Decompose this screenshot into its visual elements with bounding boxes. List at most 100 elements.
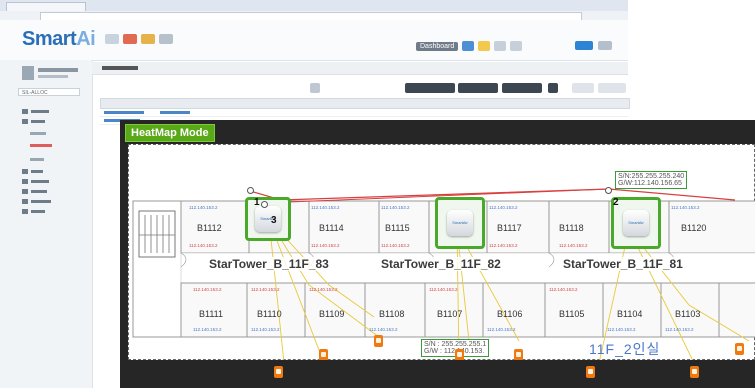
- room-label: B1111: [199, 309, 224, 319]
- ap-device-icon: SmartAir: [447, 210, 473, 236]
- alert-icon[interactable]: [123, 34, 137, 44]
- sensor-device-icon[interactable]: [274, 366, 283, 378]
- avatar: [22, 66, 34, 80]
- room-label: B1106: [497, 309, 523, 319]
- room-label: B1114: [319, 223, 344, 233]
- access-point-82[interactable]: SmartAir: [435, 197, 485, 249]
- room-label: B1112: [197, 223, 222, 233]
- search-icon[interactable]: [548, 83, 558, 93]
- ap-name-label: StarTower_B_11F_81: [563, 257, 683, 271]
- room-ip-text: 112.140.153.2: [489, 205, 518, 210]
- room-ip-text: 112.140.153.2: [311, 205, 340, 210]
- table-header: [100, 98, 630, 109]
- site-select[interactable]: SIL-ALLOC: [18, 88, 80, 96]
- access-point-83[interactable]: SmartAir: [245, 197, 291, 241]
- heatmap-window: HeatMap Mode B1112 B1114 B1115 B1117 B11…: [120, 120, 755, 388]
- sensor-device-icon[interactable]: [735, 343, 744, 355]
- bell-icon[interactable]: [478, 41, 490, 51]
- sidebar-item[interactable]: [22, 168, 43, 174]
- room-ip-text: 112.140.153.2: [607, 327, 636, 332]
- chart-icon[interactable]: [310, 83, 320, 93]
- sidebar-item[interactable]: [22, 118, 45, 124]
- room-label: B1118: [559, 223, 584, 233]
- room-label: B1108: [379, 309, 405, 319]
- filter-dropdown[interactable]: [405, 83, 455, 93]
- room-ip-text: 112.140.153.2: [193, 327, 222, 332]
- room-label: B1109: [319, 309, 345, 319]
- close-button[interactable]: [598, 41, 612, 50]
- room-label: B1103: [675, 309, 701, 319]
- room-ip-text: 112.140.153.2: [193, 287, 222, 292]
- anchor-point[interactable]: [605, 187, 612, 194]
- room-ip-text: 112.140.153.2: [311, 243, 340, 248]
- app-logo[interactable]: SmartAi: [22, 28, 96, 51]
- room-ip-text: 112.140.153.2: [671, 205, 700, 210]
- ap-number: 1: [254, 197, 260, 208]
- room-ip-text: 112.140.153.2: [251, 287, 280, 292]
- profile-subtitle: [38, 75, 68, 78]
- sensor-device-icon[interactable]: [690, 366, 699, 378]
- room-label: B1117: [497, 223, 522, 233]
- room-label: B1120: [681, 223, 707, 233]
- room-label: B1107: [437, 309, 463, 319]
- room-ip-text: 112.140.153.2: [189, 205, 218, 210]
- room-ip-text: 112.140.153.2: [429, 287, 458, 292]
- room-ip-text: 112.140.153.2: [309, 287, 338, 292]
- filter-button[interactable]: [572, 83, 594, 93]
- user-icon[interactable]: [159, 34, 173, 44]
- logout-button[interactable]: [575, 41, 593, 50]
- sidebar-item[interactable]: [22, 108, 49, 114]
- heatmap-bottom-bar: [128, 360, 755, 388]
- profile-name: [38, 68, 78, 72]
- app-header: SmartAi Dashboard: [0, 20, 628, 61]
- content-title-bar: [92, 62, 628, 75]
- dashboard-button[interactable]: Dashboard: [416, 42, 459, 51]
- header-icon-strip: [105, 34, 173, 44]
- address-bar: [0, 11, 628, 21]
- heatmap-mode-title: HeatMap Mode: [125, 124, 215, 142]
- anchor-point[interactable]: [247, 187, 254, 194]
- filter-dropdown[interactable]: [458, 83, 498, 93]
- sidebar-item[interactable]: [22, 208, 45, 214]
- anchor-point[interactable]: [261, 201, 268, 208]
- room-ip-text: 112.140.153.2: [559, 243, 588, 248]
- sidebar-item[interactable]: [22, 188, 47, 194]
- room-label: B1104: [617, 309, 643, 319]
- ap-number: 2: [613, 197, 619, 208]
- room-ip-text: 112.140.153.2: [251, 327, 280, 332]
- floor-label: 11F_2인실: [589, 341, 661, 357]
- room-ip-text: 112.140.153.2: [549, 287, 578, 292]
- ap-device-icon: SmartAir: [255, 206, 281, 232]
- room-ip-text: 112.140.153.2: [381, 205, 410, 210]
- ap-device-icon: SmartAir: [623, 210, 649, 236]
- table-row[interactable]: [100, 109, 628, 117]
- sidebar-item[interactable]: [22, 198, 51, 204]
- sidebar-item[interactable]: [30, 130, 46, 136]
- settings-icon[interactable]: [494, 41, 506, 51]
- sidebar-item-active[interactable]: [30, 142, 52, 148]
- room-ip-text: 112.140.153.2: [665, 327, 694, 332]
- sensor-device-icon[interactable]: [586, 366, 595, 378]
- room-ip-text: 112.140.153.2: [381, 243, 410, 248]
- globe-icon[interactable]: [105, 34, 119, 44]
- sound-icon[interactable]: [510, 41, 522, 51]
- folder-icon[interactable]: [141, 34, 155, 44]
- room-label: B1110: [257, 309, 282, 319]
- content-toolbar: [100, 82, 628, 96]
- ap-name-label: StarTower_B_11F_82: [381, 257, 501, 271]
- monitor-icon[interactable]: [462, 41, 474, 51]
- room-ip-text: 112.140.153.2: [487, 327, 516, 332]
- sidebar-item[interactable]: [30, 156, 44, 162]
- export-button[interactable]: [598, 83, 626, 93]
- sidebar-item[interactable]: [22, 178, 49, 184]
- marker-number: 3: [271, 215, 277, 226]
- sensor-device-icon[interactable]: [374, 335, 383, 347]
- room-label: B1105: [559, 309, 585, 319]
- room-label: B1115: [385, 223, 410, 233]
- room-ip-text: 112.140.153.2: [189, 243, 218, 248]
- network-info-box: S/N:255.255.255.240 G/W:112.140.156.65: [615, 171, 688, 189]
- heatmap-canvas[interactable]: B1112 B1114 B1115 B1117 B1118 B1120 112.…: [128, 144, 755, 361]
- filter-dropdown[interactable]: [502, 83, 542, 93]
- sidebar: SIL-ALLOC: [0, 60, 93, 388]
- room-ip-text: 112.140.153.2: [489, 243, 518, 248]
